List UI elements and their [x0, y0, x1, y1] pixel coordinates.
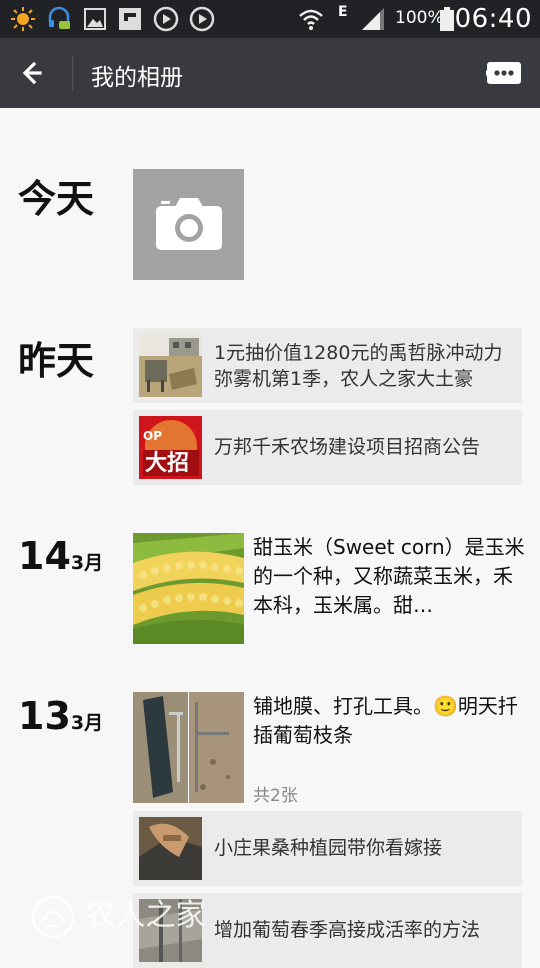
shared-article-item[interactable]: OP 大招 万邦千禾农场建设项目招商公告 [133, 410, 522, 485]
date-month: 3月 [70, 552, 104, 574]
thumb-banner-small: OP [143, 429, 162, 443]
date-mar-13: 133月 [18, 694, 103, 738]
article-thumbnail [139, 817, 202, 880]
clock: 06:40 [454, 4, 532, 34]
article-title: 小庄果桑种植园带你看嫁接 [214, 837, 443, 859]
battery-icon [440, 7, 454, 31]
gallery-icon [84, 8, 106, 30]
shared-article-item[interactable]: 小庄果桑种植园带你看嫁接 [133, 811, 522, 886]
play-circle-icon [153, 6, 179, 32]
date-month: 3月 [70, 712, 104, 734]
back-arrow-icon[interactable] [14, 55, 54, 91]
status-bar: E 100% 06:40 [0, 0, 540, 38]
thumb-banner-text: 大招 [145, 451, 189, 476]
photo-thumbnail-corn[interactable] [133, 533, 244, 644]
article-thumbnail: OP 大招 [139, 416, 202, 479]
article-title: 增加葡萄春季高接成活率的方法 [214, 919, 481, 941]
article-title: 1元抽价值1280元的禹哲脉冲动力弥雾机第1季，农人之家大土豪 [214, 342, 503, 390]
camera-upload-tile[interactable] [133, 169, 244, 280]
watermark-text: 农人之家 [85, 898, 206, 933]
date-today: 今天 [18, 177, 95, 221]
nav-bar: 我的相册 [0, 38, 540, 108]
camera-icon [156, 198, 222, 250]
headset-chat-icon [48, 6, 70, 29]
date-mar-14: 143月 [18, 534, 103, 578]
nav-divider [72, 56, 73, 90]
signal-icon [362, 8, 384, 30]
post-text[interactable]: 铺地膜、打孔工具。🙂明天扦插葡萄枝条 [253, 692, 528, 750]
date-day: 13 [18, 694, 71, 738]
weather-sun-icon [11, 7, 35, 31]
page-title: 我的相册 [91, 65, 183, 91]
play-circle-icon-2 [189, 6, 215, 32]
message-more-icon[interactable] [486, 60, 522, 86]
date-day: 14 [18, 534, 71, 578]
photo-count: 共2张 [253, 786, 298, 806]
flipboard-icon [119, 8, 141, 30]
watermark: 农人之家 [30, 890, 206, 940]
post-text[interactable]: 甜玉米（Sweet corn）是玉米的一个种，又称蔬菜玉米，禾本科，玉米属。甜… [253, 533, 528, 623]
photo-thumbnail-tools[interactable] [133, 692, 244, 803]
battery-percent: 100% [395, 8, 444, 28]
watermark-logo-icon [31, 895, 75, 939]
article-title: 万邦千禾农场建设项目招商公告 [214, 436, 481, 458]
date-yesterday: 昨天 [18, 339, 95, 383]
network-type-label: E [338, 4, 348, 20]
article-thumbnail [139, 334, 202, 397]
wifi-icon [299, 9, 323, 30]
shared-article-item[interactable]: 1元抽价值1280元的禹哲脉冲动力弥雾机第1季，农人之家大土豪 [133, 328, 522, 403]
scrolled-content-remnant [190, 100, 530, 110]
